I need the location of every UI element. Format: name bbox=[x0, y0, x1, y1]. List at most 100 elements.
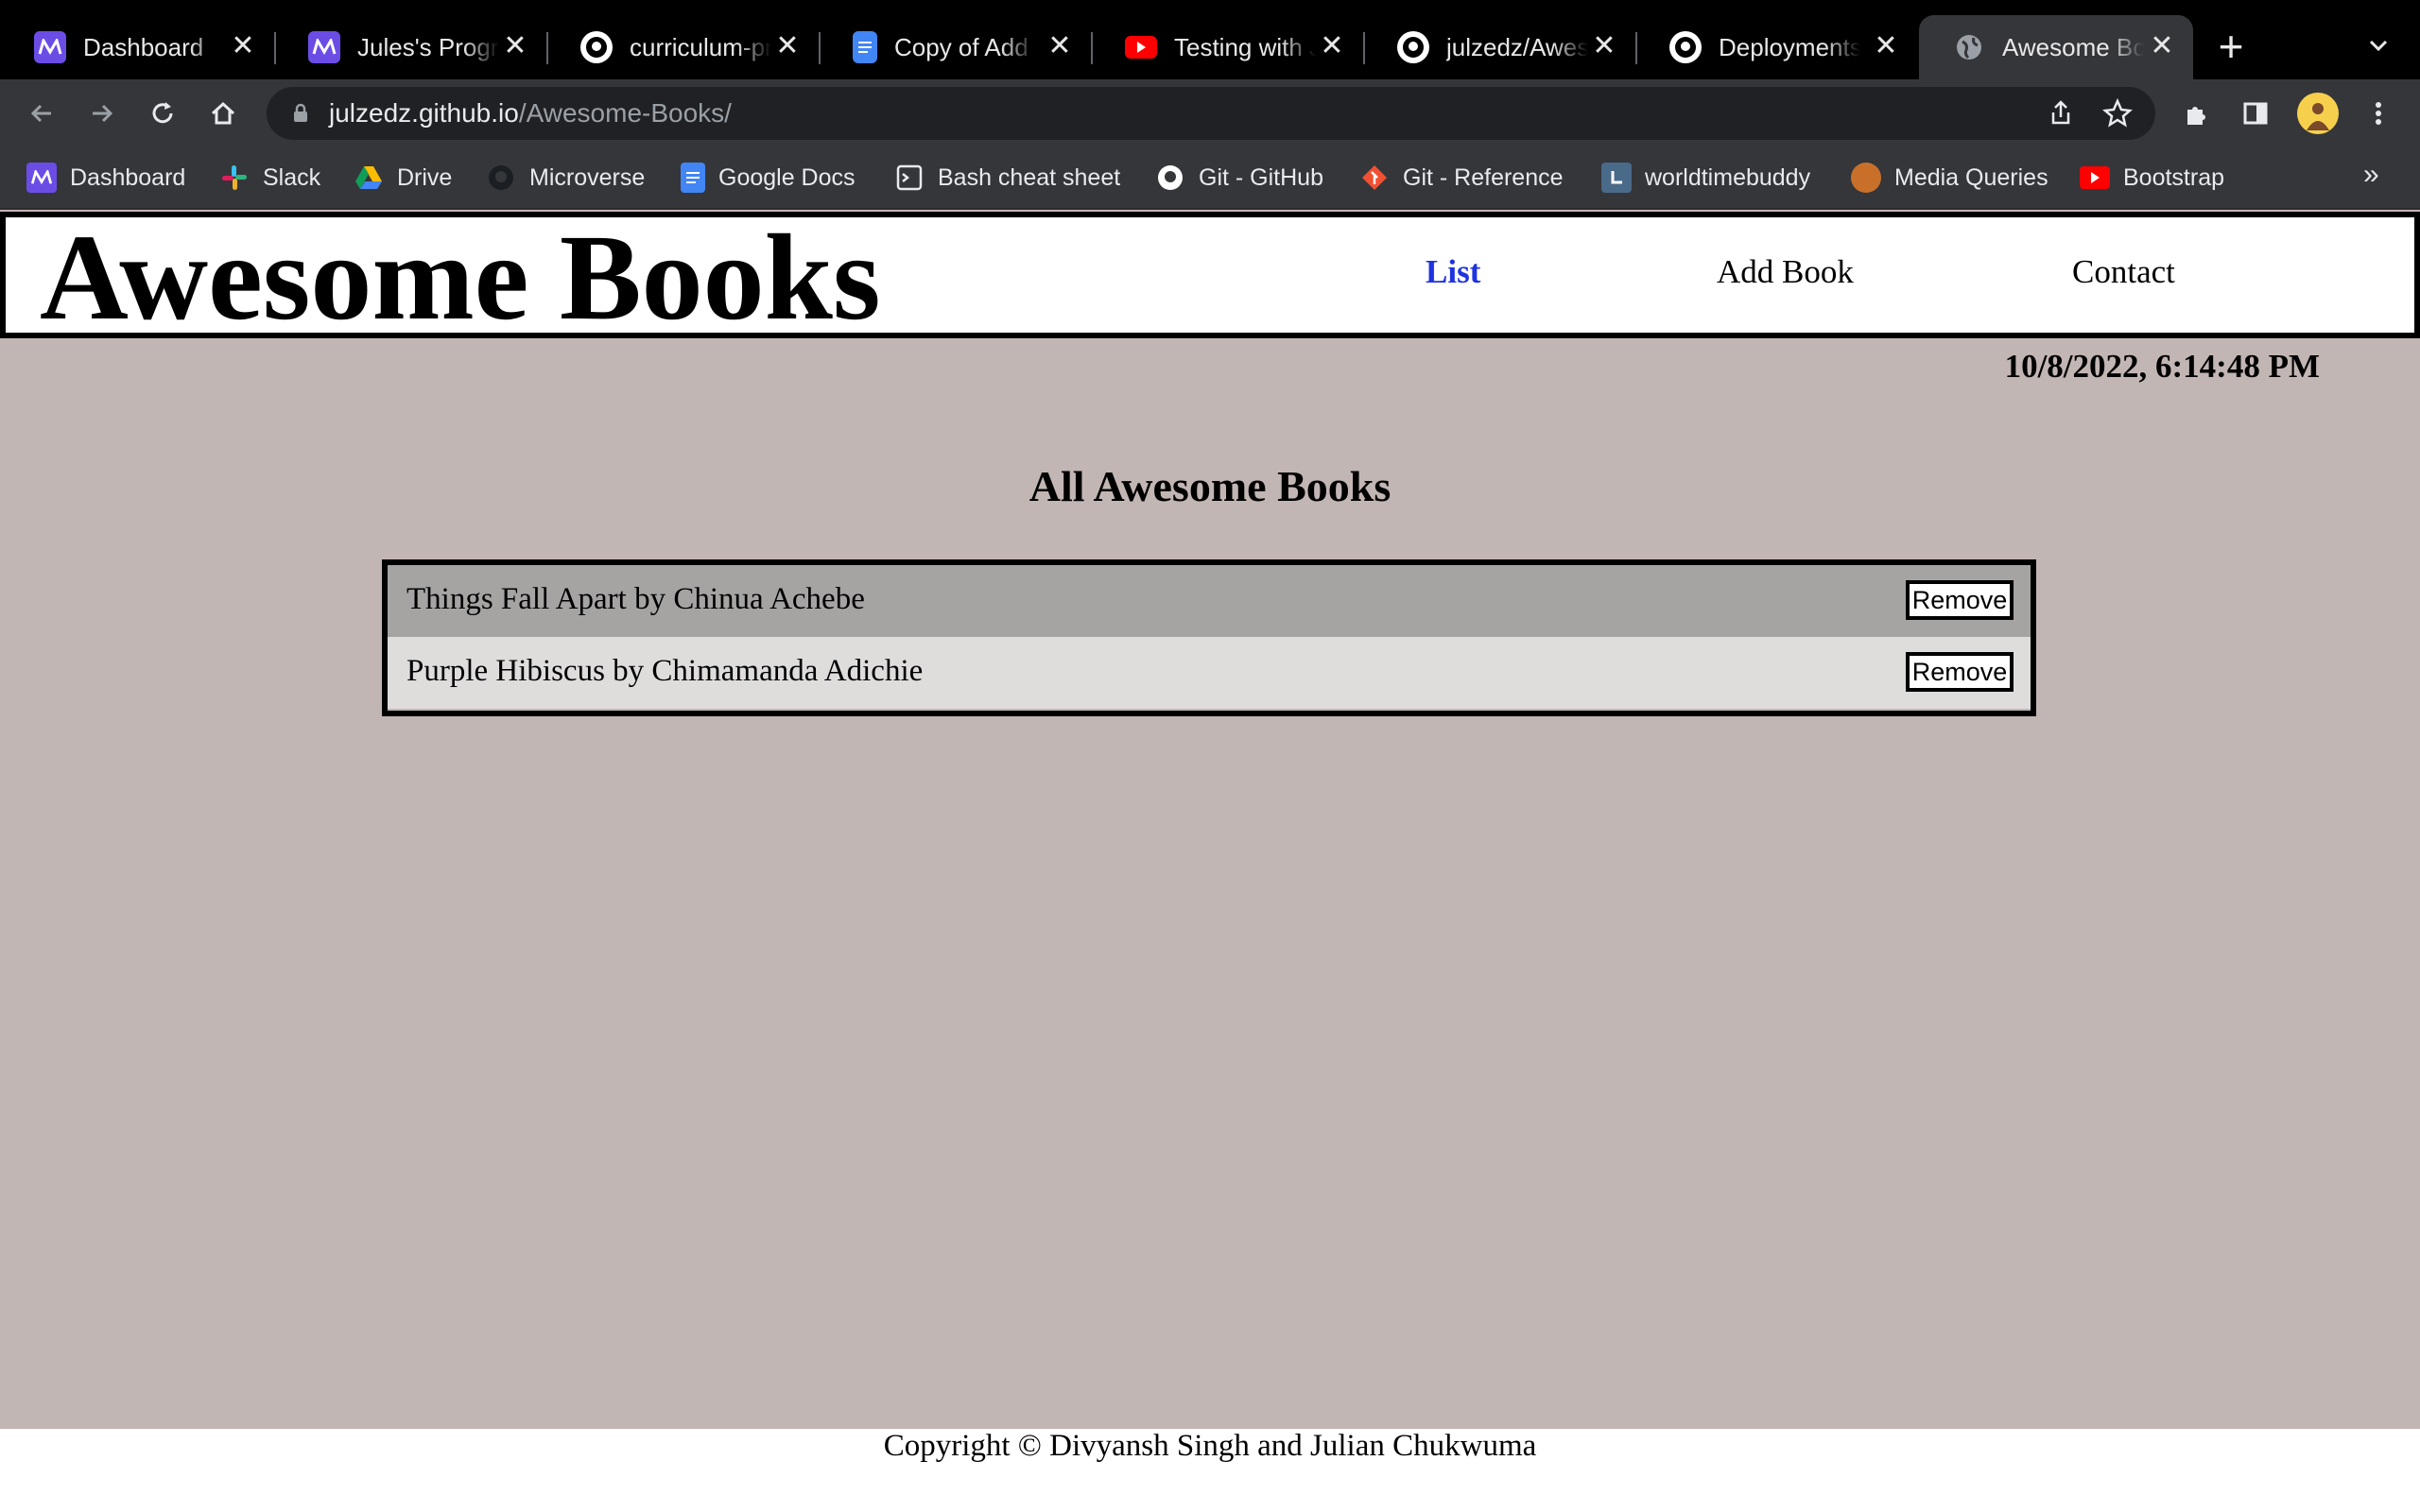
google-drive-icon bbox=[354, 163, 384, 193]
profile-avatar[interactable] bbox=[2297, 93, 2339, 134]
browser-toolbar: julzedz.github.io/Awesome-Books/ bbox=[0, 79, 2420, 147]
nav-contact-link[interactable]: Contact bbox=[2072, 253, 2175, 291]
close-tab-icon[interactable]: ✕ bbox=[501, 32, 529, 60]
tab-title: Jules's Progress bbox=[357, 32, 499, 61]
bookmark-git-reference[interactable]: Git - Reference bbox=[1359, 161, 1564, 195]
youtube-icon bbox=[1125, 36, 1157, 59]
bookmark-bootstrap[interactable]: Bootstrap bbox=[2080, 161, 2224, 195]
bookmark-google-docs[interactable]: Google Docs bbox=[681, 161, 856, 195]
terminal-icon bbox=[894, 163, 925, 193]
circle-icon bbox=[1851, 163, 1881, 193]
tab-repo[interactable]: julzedz/Awesome ✕ bbox=[1363, 15, 1637, 79]
forward-icon[interactable] bbox=[81, 93, 123, 134]
close-tab-icon[interactable]: ✕ bbox=[229, 32, 257, 60]
tab-title: Copy of Add a bbox=[894, 32, 1036, 61]
tab-dashboard[interactable]: Dashboard ✕ bbox=[0, 15, 276, 79]
github-icon bbox=[1669, 31, 1702, 63]
book-title-author: Things Fall Apart by Chinua Achebe bbox=[406, 582, 865, 616]
url-text: julzedz.github.io/Awesome-Books/ bbox=[329, 98, 732, 128]
bookmark-label: Drive bbox=[397, 163, 453, 191]
book-row: Purple Hibiscus by Chimamanda Adichie Re… bbox=[388, 637, 2031, 709]
tab-curriculum[interactable]: curriculum-prep ✕ bbox=[546, 15, 821, 79]
slack-icon bbox=[219, 163, 250, 193]
bookmark-label: Bootstrap bbox=[2123, 163, 2225, 191]
current-datetime: 10/8/2022, 6:14:48 PM bbox=[2004, 348, 2320, 385]
new-tab-button[interactable]: + bbox=[2212, 25, 2250, 68]
site-header: Awesome Books List Add Book Contact bbox=[0, 210, 2420, 346]
github-icon bbox=[1155, 163, 1185, 193]
github-icon bbox=[486, 163, 516, 193]
microverse-icon bbox=[26, 163, 57, 193]
tab-title: Testing with Je bbox=[1174, 32, 1316, 61]
site-footer: Copyright © Divyansh Singh and Julian Ch… bbox=[0, 1429, 2420, 1512]
home-icon[interactable] bbox=[202, 93, 244, 134]
bookmark-label: worldtimebuddy bbox=[1645, 163, 1811, 191]
close-tab-icon[interactable]: ✕ bbox=[1046, 32, 1074, 60]
close-tab-icon[interactable]: ✕ bbox=[1590, 32, 1618, 60]
bookmark-drive[interactable]: Drive bbox=[354, 161, 452, 195]
extensions-icon[interactable] bbox=[2176, 93, 2218, 134]
bookmark-label: Google Docs bbox=[718, 163, 856, 191]
close-tab-icon[interactable]: ✕ bbox=[2148, 32, 2176, 60]
tab-awesome-books[interactable]: Awesome Boo ✕ bbox=[1919, 15, 2193, 79]
globe-icon bbox=[1953, 31, 1985, 63]
bookmark-media-queries[interactable]: Media Queries bbox=[1851, 161, 2048, 195]
tab-title: julzedz/Awesome bbox=[1446, 32, 1588, 61]
bookmark-label: Dashboard bbox=[70, 163, 186, 191]
nav-add-book-link[interactable]: Add Book bbox=[1717, 253, 1854, 291]
remove-book-button[interactable]: Remove bbox=[1906, 580, 2014, 620]
reload-icon[interactable] bbox=[142, 93, 183, 134]
git-icon bbox=[1359, 163, 1390, 193]
book-list: Things Fall Apart by Chinua Achebe Remov… bbox=[382, 559, 2036, 716]
tab-youtube[interactable]: Testing with Je ✕ bbox=[1091, 15, 1365, 79]
github-icon bbox=[580, 31, 613, 63]
tab-docs-copy[interactable]: Copy of Add a ✕ bbox=[819, 15, 1093, 79]
google-docs-icon bbox=[681, 163, 705, 193]
site-logo: Awesome Books bbox=[40, 210, 881, 346]
bookmark-label: Microverse bbox=[529, 163, 646, 191]
bookmark-label: Slack bbox=[263, 163, 321, 191]
back-icon[interactable] bbox=[21, 93, 62, 134]
bookmark-label: Bash cheat sheet bbox=[938, 163, 1121, 191]
close-tab-icon[interactable]: ✕ bbox=[1872, 32, 1900, 60]
bookmark-dashboard[interactable]: Dashboard bbox=[26, 161, 185, 195]
remove-book-button[interactable]: Remove bbox=[1906, 652, 2014, 692]
address-bar[interactable]: julzedz.github.io/Awesome-Books/ bbox=[267, 87, 2155, 140]
bookmark-slack[interactable]: Slack bbox=[219, 161, 320, 195]
close-tab-icon[interactable]: ✕ bbox=[773, 32, 802, 60]
bookmark-label: Git - GitHub bbox=[1199, 163, 1323, 191]
bookmarks-bar: Dashboard Slack Drive Microverse Google … bbox=[0, 147, 2420, 210]
tab-progress[interactable]: Jules's Progress ✕ bbox=[274, 15, 548, 79]
tab-title: Awesome Boo bbox=[2002, 32, 2144, 61]
worldtimebuddy-icon bbox=[1601, 163, 1632, 193]
chevron-down-icon[interactable] bbox=[2361, 28, 2395, 62]
bookmark-label: Git - Reference bbox=[1403, 163, 1564, 191]
side-panel-icon[interactable] bbox=[2235, 93, 2276, 134]
tab-title: Dashboard bbox=[83, 32, 204, 61]
tab-strip: Dashboard ✕ Jules's Progress ✕ curriculu… bbox=[0, 0, 2420, 79]
bookmark-microverse[interactable]: Microverse bbox=[486, 161, 645, 195]
tab-title: curriculum-prep bbox=[630, 32, 771, 61]
google-docs-icon bbox=[853, 31, 877, 63]
tab-title: Deployments bbox=[1719, 32, 1860, 61]
more-bookmarks-button[interactable]: » bbox=[2363, 159, 2379, 191]
tab-deployments[interactable]: Deployments ✕ bbox=[1635, 15, 1917, 79]
github-icon bbox=[1397, 31, 1429, 63]
bookmark-bash-cheat-sheet[interactable]: Bash cheat sheet bbox=[894, 161, 1120, 195]
nav-list-link[interactable]: List bbox=[1426, 253, 1480, 291]
section-title: All Awesome Books bbox=[1028, 462, 1392, 510]
book-row: Things Fall Apart by Chinua Achebe Remov… bbox=[388, 565, 2031, 637]
bookmark-label: Media Queries bbox=[1894, 163, 2048, 191]
copyright-text: Copyright © Divyansh Singh and Julian Ch… bbox=[883, 1429, 1537, 1463]
microverse-icon bbox=[34, 31, 66, 63]
share-icon[interactable] bbox=[2044, 96, 2078, 130]
bookmark-git-github[interactable]: Git - GitHub bbox=[1155, 161, 1323, 195]
bookmark-star-icon[interactable] bbox=[2100, 96, 2135, 130]
lock-icon[interactable] bbox=[287, 100, 314, 127]
microverse-icon bbox=[308, 31, 340, 63]
youtube-icon bbox=[2080, 166, 2110, 189]
book-title-author: Purple Hibiscus by Chimamanda Adichie bbox=[406, 654, 924, 688]
close-tab-icon[interactable]: ✕ bbox=[1318, 32, 1346, 60]
menu-dots-icon[interactable] bbox=[2358, 93, 2399, 134]
bookmark-worldtimebuddy[interactable]: worldtimebuddy bbox=[1601, 161, 1810, 195]
